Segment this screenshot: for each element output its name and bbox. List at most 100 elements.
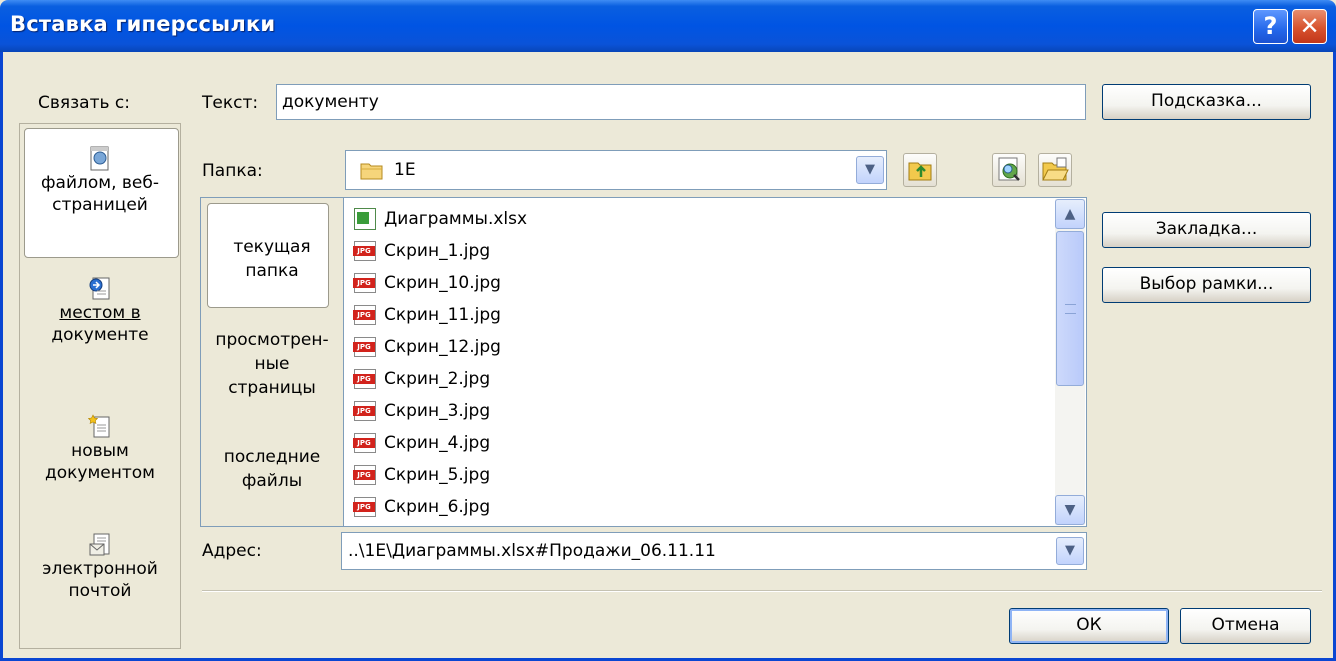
link-to-web-page[interactable]: файлом, веб- страницей xyxy=(20,146,180,216)
browse-file-button[interactable] xyxy=(1038,153,1072,187)
folder-up-icon xyxy=(908,162,932,181)
thumb-grip xyxy=(1065,304,1076,314)
select-frame-button[interactable]: Выбор рамки... xyxy=(1102,267,1311,303)
list-item[interactable]: JPG Скрин_11.jpg xyxy=(353,300,501,330)
file-name: Скрин_10.jpg xyxy=(384,273,501,293)
jpg-badge: JPG xyxy=(353,342,375,352)
link-to-place-in-document[interactable]: местом в документе xyxy=(20,276,180,346)
list-item[interactable]: JPG Скрин_12.jpg xyxy=(353,332,501,362)
text-input-value: документу xyxy=(282,92,379,112)
scroll-down-chevron-down-icon[interactable]: ▼ xyxy=(1055,495,1085,525)
link-to-place-line2: документе xyxy=(51,325,149,345)
hint-button[interactable]: Подсказка... xyxy=(1102,84,1311,120)
up-one-level-button[interactable] xyxy=(903,153,937,187)
list-item[interactable]: JPG Скрин_3.jpg xyxy=(353,396,491,426)
file-list-scrollbar[interactable]: ▲ ▼ xyxy=(1055,199,1085,525)
tab-recent-files[interactable]: последние файлы xyxy=(201,445,343,493)
link-to-web-page-line1: файлом, веб- xyxy=(41,173,159,193)
list-item[interactable]: JPG Скрин_2.jpg xyxy=(353,364,491,394)
tab-browsed-line3: страницы xyxy=(228,378,316,398)
tab-recent-line2: файлы xyxy=(241,471,303,491)
jpg-file-icon: JPG xyxy=(353,497,376,517)
file-name: Скрин_2.jpg xyxy=(384,369,491,389)
link-to-new-document[interactable]: новым документом xyxy=(20,414,180,484)
file-name: Диаграммы.xlsx xyxy=(384,209,528,229)
link-to-label: Связать с: xyxy=(38,93,130,113)
list-item[interactable]: JPG Скрин_10.jpg xyxy=(353,268,501,298)
jpg-file-icon: JPG xyxy=(353,273,376,293)
link-to-email[interactable]: электронной почтой xyxy=(20,532,180,602)
list-item[interactable]: JPG Скрин_4.jpg xyxy=(353,428,491,458)
list-item[interactable]: JPG Скрин_6.jpg xyxy=(353,492,491,522)
help-button[interactable]: ? xyxy=(1253,9,1288,44)
jpg-badge: JPG xyxy=(353,470,375,480)
jpg-file-icon: JPG xyxy=(353,465,376,485)
separator xyxy=(202,590,1322,592)
scroll-thumb[interactable] xyxy=(1056,231,1084,386)
jpg-badge: JPG xyxy=(353,310,375,320)
list-item[interactable]: JPG Скрин_5.jpg xyxy=(353,460,491,490)
jpg-badge: JPG xyxy=(353,278,375,288)
address-label: Адрес: xyxy=(202,541,262,561)
web-page-icon xyxy=(89,146,111,172)
cancel-button[interactable]: Отмена xyxy=(1180,608,1311,644)
link-to-email-line2: почтой xyxy=(68,581,132,601)
excel-file-icon xyxy=(354,208,376,230)
link-to-place-text1: местом в xyxy=(59,303,141,323)
address-input[interactable]: ..\1E\Диаграммы.xlsx#Продажи_06.11.11 ▼ xyxy=(341,532,1087,570)
list-item[interactable]: JPG Скрин_1.jpg xyxy=(353,236,491,266)
address-dropdown-chevron-down-icon[interactable]: ▼ xyxy=(1056,537,1084,565)
file-list[interactable]: Диаграммы.xlsx JPG Скрин_1.jpg JPG Скрин_1… xyxy=(343,197,1087,527)
open-folder-icon xyxy=(1042,157,1069,181)
tab-current-folder-line1: текущая xyxy=(233,237,311,257)
folder-label: Папка: xyxy=(202,161,263,181)
file-name: Скрин_5.jpg xyxy=(384,465,491,485)
jpg-file-icon: JPG xyxy=(353,433,376,453)
tab-browsed-line2: ные xyxy=(254,354,290,374)
link-to-email-line1: электронной xyxy=(42,559,158,579)
ok-button[interactable]: ОК xyxy=(1009,608,1169,644)
file-name: Скрин_1.jpg xyxy=(384,241,491,261)
browse-web-button[interactable] xyxy=(992,153,1026,187)
link-to-place-line1: местом в xyxy=(20,302,180,324)
jpg-badge: JPG xyxy=(353,406,375,416)
tab-browsed-line1: просмотрен- xyxy=(215,330,329,350)
title-bar: Вставка гиперссылки ? ✕ xyxy=(0,0,1336,52)
list-item[interactable]: Диаграммы.xlsx xyxy=(354,204,527,234)
folder-select[interactable]: 1E ▼ xyxy=(345,150,887,190)
tab-browsed-pages[interactable]: просмотрен- ные страницы xyxy=(201,328,343,400)
text-label: Текст: xyxy=(202,93,259,113)
new-document-icon xyxy=(87,414,112,440)
email-icon xyxy=(88,532,112,558)
file-name: Скрин_12.jpg xyxy=(384,337,501,357)
text-input[interactable]: документу xyxy=(276,84,1086,120)
file-name: Скрин_11.jpg xyxy=(384,305,501,325)
tab-current-folder[interactable]: текущая папка xyxy=(201,235,343,283)
folder-icon xyxy=(360,161,384,186)
place-in-document-icon xyxy=(88,276,112,302)
jpg-file-icon: JPG xyxy=(353,369,376,389)
link-to-new-line2: документом xyxy=(44,463,155,483)
jpg-badge: JPG xyxy=(353,246,375,256)
jpg-badge: JPG xyxy=(353,374,375,384)
dialog-title: Вставка гиперссылки xyxy=(10,12,276,36)
tab-current-folder-line2: папка xyxy=(245,261,299,281)
file-name: Скрин_3.jpg xyxy=(384,401,491,421)
file-name: Скрин_6.jpg xyxy=(384,497,491,517)
jpg-file-icon: JPG xyxy=(353,337,376,357)
scroll-up-chevron-up-icon[interactable]: ▲ xyxy=(1055,199,1085,229)
bookmark-button[interactable]: Закладка... xyxy=(1102,212,1311,248)
jpg-file-icon: JPG xyxy=(353,241,376,261)
jpg-file-icon: JPG xyxy=(353,401,376,421)
folder-dropdown-chevron-down-icon[interactable]: ▼ xyxy=(856,156,884,184)
tab-recent-line1: последние xyxy=(223,447,321,467)
address-value: ..\1E\Диаграммы.xlsx#Продажи_06.11.11 xyxy=(348,541,716,561)
browse-web-icon xyxy=(998,157,1020,181)
file-name: Скрин_4.jpg xyxy=(384,433,491,453)
link-to-web-page-line2: страницей xyxy=(52,195,148,215)
browse-tabs: текущая папка просмотрен- ные страницы п… xyxy=(200,197,343,527)
jpg-badge: JPG xyxy=(353,502,375,512)
link-to-new-line1: новым xyxy=(71,441,129,461)
close-button[interactable]: ✕ xyxy=(1292,9,1327,44)
link-to-pane: файлом, веб- страницей местом в документ… xyxy=(19,123,181,649)
